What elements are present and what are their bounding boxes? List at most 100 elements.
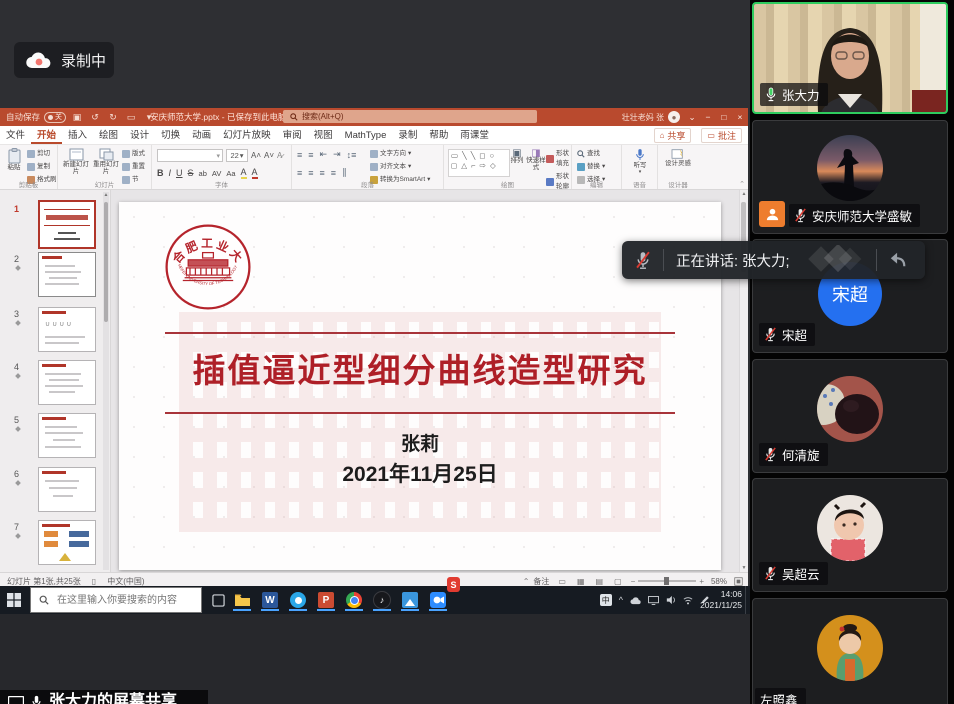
zoom-in-icon[interactable]: + (699, 577, 704, 586)
notes-button[interactable]: ⌃备注 (521, 576, 550, 587)
font-color-button[interactable]: A (252, 167, 258, 179)
numbering-icon[interactable]: ≡ (308, 150, 313, 160)
share-button[interactable]: ⌂共享 (654, 128, 692, 143)
normal-view-icon[interactable]: ▭ (556, 577, 568, 586)
tab-draw[interactable]: 绘图 (93, 127, 124, 144)
spellcheck-icon[interactable]: ▯ (90, 577, 98, 586)
font-size-select[interactable]: 22▾ (226, 149, 248, 162)
tab-mathtype[interactable]: MathType (339, 127, 393, 144)
reading-view-icon[interactable]: ▤ (594, 577, 606, 586)
tray-cloud-icon[interactable] (630, 596, 641, 605)
scroll-up-icon[interactable]: ▲ (103, 192, 109, 200)
redo-icon[interactable]: ↻ (106, 112, 120, 123)
ppt-search-box[interactable]: 搜索(Alt+Q) (283, 110, 537, 123)
tab-home[interactable]: 开始 (31, 127, 62, 144)
participant-tile[interactable]: 左照鑫 (752, 598, 948, 704)
shrink-font-icon[interactable]: A˅ (264, 151, 274, 160)
floating-red-icon[interactable]: S (447, 577, 460, 592)
slide-sorter-icon[interactable]: ▦ (575, 577, 587, 586)
file-explorer-button[interactable] (230, 589, 254, 611)
align-text-button[interactable]: 对齐文本 ▾ (370, 162, 430, 172)
chrome-button[interactable] (342, 589, 366, 611)
indent-increase-icon[interactable]: ⇥ (333, 149, 341, 160)
copy-button[interactable]: 复制 (27, 162, 57, 172)
replace-button[interactable]: 替换 ▾ (577, 162, 605, 172)
slide-thumbnail-5[interactable] (38, 413, 96, 458)
recording-badge[interactable]: 录制中 (14, 42, 114, 78)
slide-thumbnail-3[interactable]: ∪∪∪∪ (38, 307, 96, 352)
quick-styles-button[interactable]: ◨ 快速样式 (526, 150, 546, 171)
mic-muted-icon[interactable] (635, 251, 651, 270)
blue-app-button[interactable] (286, 589, 310, 611)
taskbar-search-box[interactable] (30, 587, 202, 613)
design-ideas-button[interactable]: 设计灵感 (663, 148, 693, 167)
tray-network-icon[interactable] (683, 595, 693, 605)
tray-volume-icon[interactable] (666, 595, 676, 605)
save-icon[interactable]: ▣ (70, 112, 84, 123)
taskbar-clock[interactable]: 14:06 2021/11/25 (700, 589, 742, 611)
slide-thumbnail-7[interactable] (38, 520, 96, 565)
minimize-button[interactable]: − (700, 108, 716, 126)
language-indicator[interactable]: 中文(中国) (107, 576, 144, 587)
slide-thumbnail-6[interactable] (38, 467, 96, 512)
tab-help[interactable]: 帮助 (423, 127, 454, 144)
shape-fill-button[interactable]: 形状填充 (546, 149, 571, 169)
slide-thumbnail-2[interactable] (38, 252, 96, 297)
tab-animations[interactable]: 动画 (186, 127, 217, 144)
undo-icon[interactable]: ↺ (88, 112, 102, 123)
collapse-ribbon-icon[interactable]: ⌃ (739, 180, 745, 188)
text-direction-button[interactable]: 文字方向 ▾ (370, 149, 430, 159)
comments-button[interactable]: ▭批注 (701, 128, 742, 143)
find-button[interactable]: 查找 (577, 149, 605, 159)
tab-record[interactable]: 录制 (392, 127, 423, 144)
zoom-slider-handle[interactable] (664, 577, 669, 585)
tab-design[interactable]: 设计 (124, 127, 155, 144)
account-area[interactable]: 壮壮老妈 张 ● (622, 111, 680, 123)
tab-yuketang[interactable]: 雨课堂 (454, 127, 495, 144)
participant-tile[interactable]: 吴超云 (752, 478, 948, 592)
italic-button[interactable]: I (169, 168, 172, 178)
fit-to-window-icon[interactable] (734, 577, 743, 586)
indent-decrease-icon[interactable]: ⇤ (320, 149, 328, 160)
restore-button[interactable]: □ (716, 108, 732, 126)
reset-button[interactable]: 重置 (122, 162, 145, 172)
scroll-up-icon[interactable]: ▲ (740, 191, 748, 197)
dark-app-button[interactable]: ♪ (370, 589, 394, 611)
thumbnail-scrollbar[interactable]: ▲ (103, 192, 109, 570)
photos-button[interactable] (398, 589, 422, 611)
tab-file[interactable]: 文件 (0, 127, 31, 144)
columns-icon[interactable]: ∥ (342, 167, 347, 178)
participant-tile[interactable]: 张大力 (752, 2, 948, 114)
arrange-button[interactable]: ▣ 排列 (508, 150, 526, 164)
cut-button[interactable]: 剪切 (27, 149, 57, 159)
task-view-button[interactable] (206, 589, 230, 611)
tab-slideshow[interactable]: 幻灯片放映 (217, 127, 277, 144)
tab-transitions[interactable]: 切换 (155, 127, 186, 144)
zoom-slider[interactable]: − + (631, 577, 704, 586)
font-name-select[interactable]: ▾ (157, 149, 223, 162)
slide-thumbnail-1[interactable] (38, 200, 96, 249)
scroll-down-icon[interactable]: ▼ (740, 565, 748, 571)
tray-expand-icon[interactable]: ^ (619, 595, 623, 605)
bullets-icon[interactable]: ≡ (297, 150, 302, 160)
participant-tile[interactable]: 安庆师范大学盛敏 (752, 120, 948, 234)
new-slide-button[interactable]: 新建幻灯片 (62, 148, 90, 175)
start-button[interactable] (2, 589, 26, 611)
tray-display-icon[interactable] (648, 596, 659, 605)
align-right-icon[interactable]: ≡ (320, 168, 325, 178)
strikethrough-button[interactable]: S (188, 168, 194, 178)
ribbon-options-icon[interactable]: ⌄ (684, 108, 700, 126)
reuse-slides-button[interactable]: 重用幻灯片 (92, 148, 120, 175)
align-center-icon[interactable]: ≡ (308, 168, 313, 178)
highlight-color-button[interactable]: A (241, 167, 247, 179)
reply-arrow-icon[interactable] (888, 251, 908, 269)
line-spacing-icon[interactable]: ↕≡ (347, 150, 357, 160)
powerpoint-button[interactable]: P (314, 589, 338, 611)
slideshow-icon[interactable]: ▢ (612, 577, 624, 586)
meeting-app-button[interactable] (426, 589, 450, 611)
char-spacing-button[interactable]: AV (212, 169, 221, 178)
autosave-toggle[interactable]: 关 (44, 112, 66, 123)
align-left-icon[interactable]: ≡ (297, 168, 302, 178)
participant-tile[interactable]: 何清旋 (752, 359, 948, 473)
text-shadow-button[interactable]: ab (199, 169, 207, 178)
